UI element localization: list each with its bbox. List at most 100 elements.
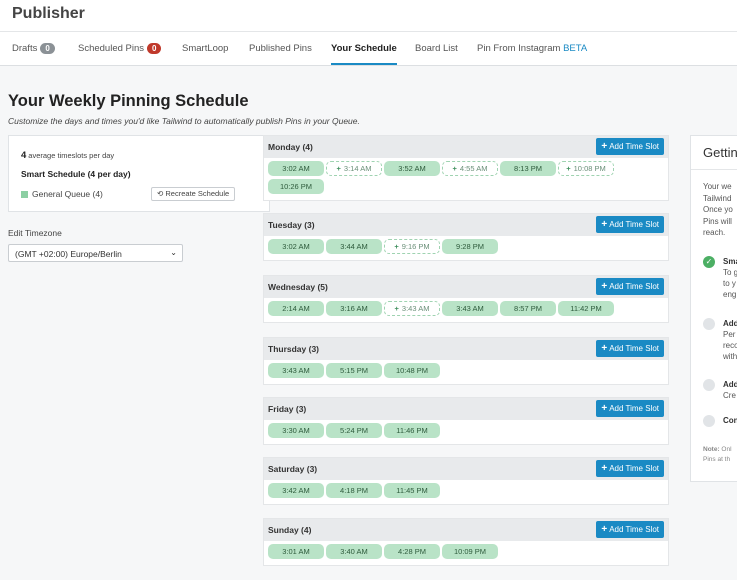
step-text: Sma To g to y eng [723,256,737,300]
getting-started-intro: Your we Tailwind Once yo Pins will reach… [703,181,733,239]
time-slot-list: 2:14 AM 3:16 AM +3:43 AM 3:43 AM 8:57 PM 11:4… [264,298,668,322]
intro-line: Once yo [703,205,733,214]
day-card: Tuesday (3) + Add Time Slot 3:02 AM 3:44 AM +… [263,213,669,261]
add-time-slot-button[interactable]: + Add Time Slot [596,400,664,417]
time-slot[interactable]: 3:40 AM [326,544,382,559]
queue-legend: General Queue (4) [21,189,103,199]
tab-label: Scheduled Pins [78,43,145,54]
add-time-slot-button[interactable]: + Add Time Slot [596,216,664,233]
step-text: Add Cre [723,379,737,401]
time-slot[interactable]: 2:14 AM [268,301,324,316]
timezone-label: Edit Timezone [8,228,62,238]
day-name: Saturday (3) [268,464,318,474]
day-name: Monday (4) [268,142,313,152]
time-slot[interactable]: 3:02 AM [268,161,324,176]
getting-started-title: Gettin [703,145,737,160]
slot-time: 10:08 PM [573,164,606,173]
add-time-slot-button[interactable]: + Add Time Slot [596,278,664,295]
time-slot[interactable]: 3:52 AM [384,161,440,176]
add-time-slot-button[interactable]: + Add Time Slot [596,340,664,357]
day-card: Friday (3) + Add Time Slot 3:30 AM 5:24 PM 11… [263,397,669,445]
time-slot-list: 3:42 AM 4:18 PM 11:45 PM [264,480,668,504]
panel-divider [691,169,737,170]
step-line: reco [723,341,737,350]
slot-time: 9:16 PM [401,242,430,251]
time-slot-list: 3:01 AM 3:40 AM 4:28 PM 10:09 PM [264,541,668,565]
timezone-value: (GMT +02:00) Europe/Berlin [15,249,122,259]
time-slot-list: 3:30 AM 5:24 PM 11:46 PM [264,420,668,444]
slot-time: 3:43 AM [401,304,430,313]
empty-time-slot[interactable]: +9:16 PM [384,239,440,254]
time-slot[interactable]: 3:16 AM [326,301,382,316]
note-line: Onl [719,446,732,453]
empty-time-slot[interactable]: +10:08 PM [558,161,614,176]
time-slot[interactable]: 4:28 PM [384,544,440,559]
intro-line: Tailwind [703,193,732,203]
time-slot[interactable]: 3:01 AM [268,544,324,559]
day-card: Thursday (3) + Add Time Slot 3:43 AM 5:15 PM… [263,337,669,385]
check-icon: ✓ [703,256,715,268]
day-name: Thursday (3) [268,344,320,354]
day-card: Saturday (3) + Add Time Slot 3:42 AM 4:18 PM… [263,457,669,505]
add-time-slot-label: Add Time Slot [609,464,659,473]
day-card: Wednesday (5) + Add Time Slot 2:14 AM 3:16 A… [263,275,669,323]
intro-line: Pins will [703,216,732,226]
time-slot[interactable]: 10:09 PM [442,544,498,559]
time-slot[interactable]: 11:45 PM [384,483,440,498]
tab-published-pins[interactable]: Published Pins [249,43,312,54]
day-name: Wednesday (5) [268,282,328,292]
time-slot[interactable]: 8:13 PM [500,161,556,176]
time-slot[interactable]: 4:18 PM [326,483,382,498]
tab-pin-from-instagram[interactable]: Pin From Instagram BETA [477,43,587,54]
smart-schedule-label: Smart Schedule (4 per day) [21,169,131,179]
tab-smartloop[interactable]: SmartLoop [182,43,228,54]
time-slot[interactable]: 3:02 AM [268,239,324,254]
queue-label: General Queue (4) [32,189,103,199]
time-slot[interactable]: 3:44 AM [326,239,382,254]
time-slot[interactable]: 3:30 AM [268,423,324,438]
recreate-schedule-button[interactable]: ⟲ Recreate Schedule [151,187,236,201]
tab-label: Pin From Instagram [477,43,561,54]
time-slot[interactable]: 11:42 PM [558,301,614,316]
tab-drafts[interactable]: Drafts 0 [12,43,55,54]
step-text: Con [723,415,737,426]
time-slot-list: 3:02 AM 3:44 AM +9:16 PM 9:28 PM [264,236,668,260]
step-line: with [723,352,737,361]
tab-board-list[interactable]: Board List [415,43,458,54]
empty-time-slot[interactable]: +3:43 AM [384,301,440,316]
timezone-select[interactable]: (GMT +02:00) Europe/Berlin ⌄ [8,244,183,262]
add-time-slot-button[interactable]: + Add Time Slot [596,138,664,155]
plus-icon: + [394,304,399,313]
add-time-slot-button[interactable]: + Add Time Slot [596,460,664,477]
empty-time-slot[interactable]: +4:55 AM [442,161,498,176]
incomplete-step-icon [703,379,715,391]
beta-tag: BETA [563,43,588,54]
time-slot[interactable]: 10:26 PM [268,179,324,194]
schedule-summary: 4 average timeslots per day Smart Schedul… [8,135,270,212]
empty-time-slot[interactable]: +3:14 AM [326,161,382,176]
step-heading: Add [723,319,737,328]
day-header: Tuesday (3) + Add Time Slot [264,214,668,236]
add-time-slot-label: Add Time Slot [609,525,659,534]
time-slot[interactable]: 5:15 PM [326,363,382,378]
plus-icon: + [601,524,608,535]
time-slot[interactable]: 10:48 PM [384,363,440,378]
app-title: Publisher [12,5,85,22]
tab-scheduled-pins[interactable]: Scheduled Pins 0 [78,43,162,54]
time-slot[interactable]: 11:46 PM [384,423,440,438]
time-slot-list: 3:43 AM 5:15 PM 10:48 PM [264,360,668,384]
time-slot[interactable]: 3:42 AM [268,483,324,498]
time-slot-list: 3:02 AM +3:14 AM 3:52 AM +4:55 AM 8:13 PM +10… [264,158,668,200]
day-name: Tuesday (3) [268,220,315,230]
time-slot[interactable]: 9:28 PM [442,239,498,254]
plus-icon: + [601,463,608,474]
tab-your-schedule[interactable]: Your Schedule [331,43,397,65]
plus-icon: + [601,219,608,230]
scheduled-count-badge: 0 [147,43,162,54]
time-slot[interactable]: 3:43 AM [268,363,324,378]
add-time-slot-button[interactable]: + Add Time Slot [596,521,664,538]
slot-time: 4:55 AM [459,164,488,173]
time-slot[interactable]: 5:24 PM [326,423,382,438]
time-slot[interactable]: 8:57 PM [500,301,556,316]
time-slot[interactable]: 3:43 AM [442,301,498,316]
